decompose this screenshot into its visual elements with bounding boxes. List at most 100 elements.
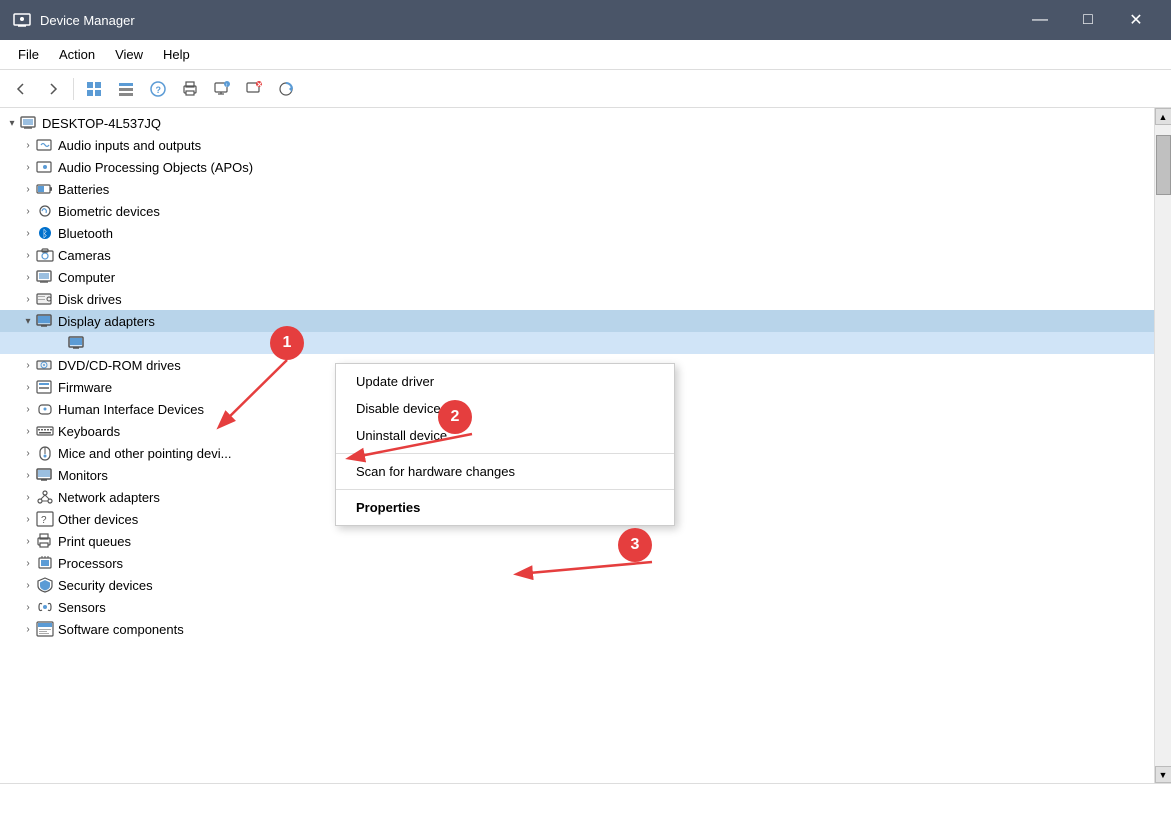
device-label-other-devices: Other devices xyxy=(58,512,138,527)
device-label-firmware: Firmware xyxy=(58,380,112,395)
svg-text:?: ? xyxy=(41,515,47,526)
print-button[interactable] xyxy=(175,75,205,103)
expand-icon-display-subitem[interactable] xyxy=(52,335,68,351)
expand-icon-processors[interactable]: › xyxy=(20,555,36,571)
device-icon-dvd-rom xyxy=(36,356,54,374)
expand-icon-print-queues[interactable]: › xyxy=(20,533,36,549)
scroll-up-btn[interactable]: ▲ xyxy=(1155,108,1171,125)
scroll-track[interactable] xyxy=(1155,125,1171,766)
tree-item-security[interactable]: › Security devices xyxy=(0,574,1154,596)
device-label-network: Network adapters xyxy=(58,490,160,505)
toolbar-sep-1 xyxy=(73,78,74,100)
expand-icon-audio-inputs[interactable]: › xyxy=(20,137,36,153)
view-devices-connection[interactable] xyxy=(111,75,141,103)
tree-item-batteries[interactable]: › Batteries xyxy=(0,178,1154,200)
expand-icon-firmware[interactable]: › xyxy=(20,379,36,395)
root-expand-icon[interactable]: ▾ xyxy=(4,115,20,131)
expand-icon-monitors[interactable]: › xyxy=(20,467,36,483)
help-button[interactable]: ? xyxy=(143,75,173,103)
device-icon-firmware xyxy=(36,378,54,396)
device-icon-print-queues xyxy=(36,532,54,550)
device-label-monitors: Monitors xyxy=(58,468,108,483)
device-icon-security xyxy=(36,576,54,594)
tree-item-display-subitem[interactable] xyxy=(0,332,1154,354)
tree-item-sensors[interactable]: › Sensors xyxy=(0,596,1154,618)
scroll-thumb[interactable] xyxy=(1156,135,1171,195)
tree-item-disk-drives[interactable]: ›Disk drives xyxy=(0,288,1154,310)
device-icon-keyboards xyxy=(36,422,54,440)
expand-icon-cameras[interactable]: › xyxy=(20,247,36,263)
expand-icon-dvd-rom[interactable]: › xyxy=(20,357,36,373)
svg-text:ᛒ: ᛒ xyxy=(42,229,48,240)
menu-help[interactable]: Help xyxy=(153,43,200,66)
tree-item-biometric[interactable]: ›Biometric devices xyxy=(0,200,1154,222)
forward-button[interactable] xyxy=(38,75,68,103)
title-bar: Device Manager — □ ✕ xyxy=(0,0,1171,40)
device-label-print-queues: Print queues xyxy=(58,534,131,549)
tree-item-display-adapters[interactable]: ▾Display adapters xyxy=(0,310,1154,332)
expand-icon-hid[interactable]: › xyxy=(20,401,36,417)
expand-icon-disk-drives[interactable]: › xyxy=(20,291,36,307)
menu-file[interactable]: File xyxy=(8,43,49,66)
maximize-button[interactable]: □ xyxy=(1065,4,1111,36)
device-label-batteries: Batteries xyxy=(58,182,109,197)
device-icon-bluetooth: ᛒ xyxy=(36,224,54,242)
expand-icon-computer[interactable]: › xyxy=(20,269,36,285)
context-menu-sep-sep2 xyxy=(336,489,674,490)
tree-item-processors[interactable]: ›Processors xyxy=(0,552,1154,574)
device-label-sensors: Sensors xyxy=(58,600,106,615)
expand-icon-other-devices[interactable]: › xyxy=(20,511,36,527)
expand-icon-sensors[interactable]: › xyxy=(20,599,36,615)
menu-action[interactable]: Action xyxy=(49,43,105,66)
expand-icon-biometric[interactable]: › xyxy=(20,203,36,219)
device-icon-display-subitem xyxy=(68,334,86,352)
device-icon-software xyxy=(36,620,54,638)
tree-item-computer[interactable]: ›Computer xyxy=(0,266,1154,288)
svg-text:?: ? xyxy=(156,85,162,95)
window-title: Device Manager xyxy=(40,13,1017,28)
tree-item-audio-inputs[interactable]: ›Audio inputs and outputs xyxy=(0,134,1154,156)
scan-hardware-button[interactable] xyxy=(271,75,301,103)
tree-item-audio-processing[interactable]: ›Audio Processing Objects (APOs) xyxy=(0,156,1154,178)
expand-icon-mice[interactable]: › xyxy=(20,445,36,461)
remove-device-button[interactable]: ✕ xyxy=(239,75,269,103)
expand-icon-network[interactable]: › xyxy=(20,489,36,505)
tree-item-bluetooth[interactable]: ›ᛒBluetooth xyxy=(0,222,1154,244)
update-driver-button[interactable]: ↑ xyxy=(207,75,237,103)
context-menu-item-uninstall-device[interactable]: Uninstall device xyxy=(336,422,674,449)
device-label-software: Software components xyxy=(58,622,184,637)
close-button[interactable]: ✕ xyxy=(1113,4,1159,36)
back-button[interactable] xyxy=(6,75,36,103)
expand-icon-keyboards[interactable]: › xyxy=(20,423,36,439)
device-label-security: Security devices xyxy=(58,578,153,593)
minimize-button[interactable]: — xyxy=(1017,4,1063,36)
svg-text:↑: ↑ xyxy=(225,83,228,89)
device-icon-audio-inputs xyxy=(36,136,54,154)
expand-icon-bluetooth[interactable]: › xyxy=(20,225,36,241)
expand-icon-security[interactable]: › xyxy=(20,577,36,593)
view-devices-type[interactable] xyxy=(79,75,109,103)
tree-item-cameras[interactable]: ›Cameras xyxy=(0,244,1154,266)
context-menu: Update driverDisable deviceUninstall dev… xyxy=(335,363,675,526)
device-icon-display-adapters xyxy=(36,312,54,330)
menu-bar: File Action View Help xyxy=(0,40,1171,70)
tree-item-software[interactable]: › Software components xyxy=(0,618,1154,640)
context-menu-item-scan-changes[interactable]: Scan for hardware changes xyxy=(336,458,674,485)
device-icon-processors xyxy=(36,554,54,572)
expand-icon-software[interactable]: › xyxy=(20,621,36,637)
device-icon-hid xyxy=(36,400,54,418)
tree-item-print-queues[interactable]: › Print queues xyxy=(0,530,1154,552)
device-label-keyboards: Keyboards xyxy=(58,424,120,439)
expand-icon-display-adapters[interactable]: ▾ xyxy=(20,313,36,329)
root-icon xyxy=(20,114,38,132)
context-menu-item-update-driver[interactable]: Update driver xyxy=(336,368,674,395)
expand-icon-batteries[interactable]: › xyxy=(20,181,36,197)
scrollbar[interactable]: ▲ ▼ xyxy=(1154,108,1171,783)
tree-root[interactable]: ▾ DESKTOP-4L537JQ xyxy=(0,112,1154,134)
scroll-down-btn[interactable]: ▼ xyxy=(1155,766,1171,783)
menu-view[interactable]: View xyxy=(105,43,153,66)
context-menu-item-properties[interactable]: Properties xyxy=(336,494,674,521)
expand-icon-audio-processing[interactable]: › xyxy=(20,159,36,175)
app-icon xyxy=(12,10,32,30)
context-menu-item-disable-device[interactable]: Disable device xyxy=(336,395,674,422)
